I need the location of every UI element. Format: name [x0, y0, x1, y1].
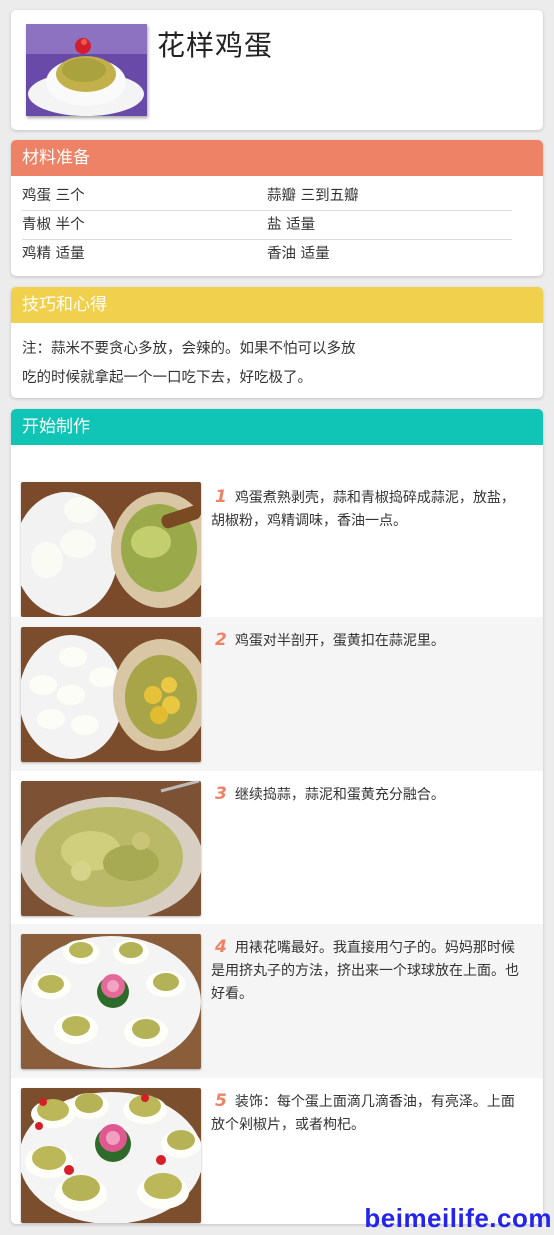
step-description: 继续捣蒜，蒜泥和蛋黄充分融合。: [234, 786, 445, 803]
steps-list: 1 鸡蛋煮熟剥壳，蒜和青椒捣碎成蒜泥，放盐，胡椒粉，鸡精调味，香油一点。 2 鸡…: [11, 445, 543, 1224]
steps-header: 开始制作: [11, 409, 543, 445]
tips-line: 吃的时候就拿起一个一口吃下去，好吃极了。: [22, 370, 312, 386]
ingredient-item: 香油 适量: [267, 246, 330, 262]
step-text: 3 继续捣蒜，蒜泥和蛋黄充分融合。: [211, 783, 523, 807]
tips-card: 技巧和心得 注：蒜米不要贪心多放，会辣的。如果不怕可以多放 吃的时候就拿起一个一…: [11, 287, 543, 398]
ingredients-card: 材料准备 鸡蛋 三个 蒜瓣 三到五瓣 青椒 半个 盐 适量 鸡精 适量 香油 适…: [11, 140, 543, 276]
site-watermark: beimeilife.com: [364, 1203, 552, 1233]
step-1-image[interactable]: [21, 482, 201, 617]
step-5-image[interactable]: [21, 1087, 201, 1223]
ingredient-row: 青椒 半个 盐 适量: [22, 211, 513, 240]
filled-eggs-on-plate-photo: [21, 934, 201, 1069]
step-number: 5: [215, 1090, 227, 1111]
step-description: 装饰：每个蛋上面滴几滴香油，有亮泽。上面放个剁椒片，或者枸杞。: [211, 1093, 515, 1133]
mashed-filling-photo: [21, 780, 201, 916]
step-item: 1 鸡蛋煮熟剥壳，蒜和青椒捣碎成蒜泥，放盐，胡椒粉，鸡精调味，香油一点。: [11, 463, 543, 617]
ingredient-row: 鸡精 适量 香油 适量: [22, 240, 513, 269]
tips-header: 技巧和心得: [11, 287, 543, 323]
recipe-title-card: 花样鸡蛋: [11, 10, 543, 130]
ingredient-row: 鸡蛋 三个 蒜瓣 三到五瓣: [22, 182, 513, 211]
steps-card: 开始制作 1 鸡蛋煮熟剥壳，蒜和青椒捣碎成蒜泥，放盐，胡椒粉，鸡精调味，香油一点。: [11, 409, 543, 1224]
step-item: 2 鸡蛋对半剖开，蛋黄扣在蒜泥里。: [11, 617, 543, 771]
deviled-egg-photo: [26, 24, 147, 116]
ingredient-item: 鸡精 适量: [22, 246, 85, 262]
step-text: 5 装饰：每个蛋上面滴几滴香油，有亮泽。上面放个剁椒片，或者枸杞。: [211, 1090, 523, 1137]
tips-line: 注：蒜米不要贪心多放，会辣的。如果不怕可以多放: [22, 341, 356, 357]
halved-eggs-and-yolks-photo: [21, 627, 201, 762]
step-text: 4 用裱花嘴最好。我直接用勺子的。妈妈那时候是用挤丸子的方法，挤出来一个球球放在上…: [211, 936, 523, 1006]
ingredient-item: 鸡蛋 三个: [22, 182, 267, 211]
step-item: 4 用裱花嘴最好。我直接用勺子的。妈妈那时候是用挤丸子的方法，挤出来一个球球放在上…: [11, 924, 543, 1078]
step-number: 2: [215, 630, 227, 650]
decorated-eggs-photo: [21, 1087, 201, 1223]
recipe-thumbnail-image[interactable]: [26, 24, 147, 116]
step-text: 1 鸡蛋煮熟剥壳，蒜和青椒捣碎成蒜泥，放盐，胡椒粉，鸡精调味，香油一点。: [211, 486, 523, 533]
step-number: 1: [215, 487, 227, 507]
ingredient-item: 蒜瓣 三到五瓣: [267, 182, 512, 211]
step-description: 鸡蛋煮熟剥壳，蒜和青椒捣碎成蒜泥，放盐，胡椒粉，鸡精调味，香油一点。: [211, 490, 515, 529]
ingredients-grid: 鸡蛋 三个 蒜瓣 三到五瓣 青椒 半个 盐 适量 鸡精 适量 香油 适量: [11, 176, 543, 269]
step-text: 2 鸡蛋对半剖开，蛋黄扣在蒜泥里。: [211, 629, 523, 653]
step-description: 用裱花嘴最好。我直接用勺子的。妈妈那时候是用挤丸子的方法，挤出来一个球球放在上面…: [211, 940, 519, 1002]
step-description: 鸡蛋对半剖开，蛋黄扣在蒜泥里。: [234, 633, 445, 649]
boiled-eggs-and-garlic-paste-photo: [21, 482, 201, 617]
ingredients-header: 材料准备: [11, 140, 543, 176]
step-number: 3: [215, 783, 227, 804]
step-item: 3 继续捣蒜，蒜泥和蛋黄充分融合。: [11, 771, 543, 925]
step-3-image[interactable]: [21, 780, 201, 916]
step-number: 4: [215, 937, 227, 957]
tips-body: 注：蒜米不要贪心多放，会辣的。如果不怕可以多放 吃的时候就拿起一个一口吃下去，好…: [11, 323, 543, 393]
page-title: 花样鸡蛋: [157, 29, 274, 62]
step-2-image[interactable]: [21, 627, 201, 762]
step-4-image[interactable]: [21, 934, 201, 1069]
ingredient-item: 盐 适量: [267, 211, 512, 240]
ingredient-item: 青椒 半个: [22, 211, 267, 240]
